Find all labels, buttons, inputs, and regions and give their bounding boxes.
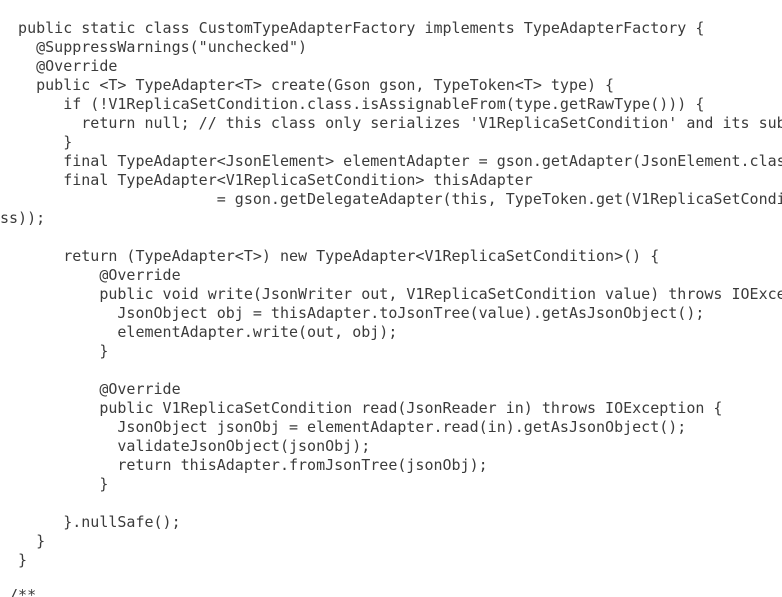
code-line-25: } [0, 475, 109, 493]
code-line-2: @SuppressWarnings("unchecked") [0, 38, 308, 56]
code-line-29: } [0, 551, 28, 569]
code-line-21: public V1ReplicaSetCondition read(JsonRe… [0, 399, 723, 417]
code-line-9: final TypeAdapter<V1ReplicaSetCondition>… [0, 171, 533, 189]
code-line-15: public void write(JsonWriter out, V1Repl… [0, 285, 782, 303]
code-line-4: public <T> TypeAdapter<T> create(Gson gs… [0, 76, 615, 94]
code-line-6: return null; // this class only serializ… [0, 114, 782, 132]
code-line-24: return thisAdapter.fromJsonTree(jsonObj)… [0, 456, 488, 474]
code-line-31: /** [0, 586, 37, 597]
code-line-27: }.nullSafe(); [0, 513, 181, 531]
code-line-13: return (TypeAdapter<T>) new TypeAdapter<… [0, 247, 660, 265]
code-line-11: ss)); [0, 209, 46, 227]
code-line-17: elementAdapter.write(out, obj); [0, 323, 398, 341]
code-line-23: validateJsonObject(jsonObj); [0, 437, 371, 455]
code-line-7: } [0, 133, 73, 151]
code-line-1: public static class CustomTypeAdapterFac… [0, 19, 705, 37]
code-line-22: JsonObject jsonObj = elementAdapter.read… [0, 418, 687, 436]
code-line-8: final TypeAdapter<JsonElement> elementAd… [0, 152, 782, 170]
code-line-14: @Override [0, 266, 181, 284]
code-line-10: = gson.getDelegateAdapter(this, TypeToke… [0, 190, 782, 208]
code-line-18: } [0, 342, 109, 360]
code-line-5: if (!V1ReplicaSetCondition.class.isAssig… [0, 95, 705, 113]
code-editor[interactable]: public static class CustomTypeAdapterFac… [0, 0, 782, 597]
code-line-28: } [0, 532, 46, 550]
code-line-20: @Override [0, 380, 181, 398]
code-line-16: JsonObject obj = thisAdapter.toJsonTree(… [0, 304, 705, 322]
code-line-3: @Override [0, 57, 118, 75]
